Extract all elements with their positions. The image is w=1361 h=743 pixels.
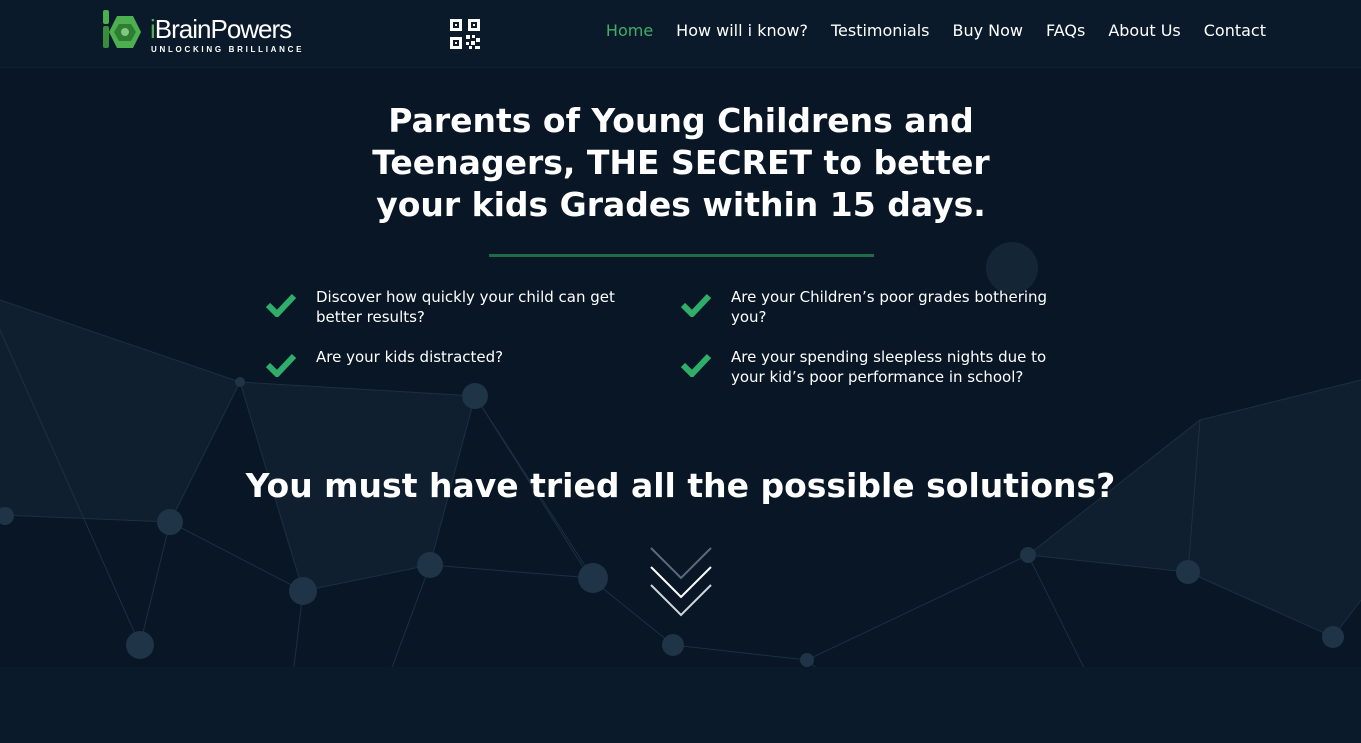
nav-faqs[interactable]: FAQs xyxy=(1046,21,1085,40)
brand-name: iBrainPowers xyxy=(150,14,292,44)
qr-code-icon[interactable] xyxy=(450,19,480,49)
brand-tagline: UNLOCKING BRILLIANCE xyxy=(151,45,305,54)
check-icon xyxy=(681,293,711,317)
double-chevron-down-icon[interactable] xyxy=(648,545,714,623)
feature-item: Are your spending sleepless nights due t… xyxy=(681,347,1061,387)
main-navigation: Home How will i know? Testimonials Buy N… xyxy=(606,21,1266,40)
nav-home[interactable]: Home xyxy=(606,21,653,40)
feature-list: Discover how quickly your child can get … xyxy=(266,287,1096,397)
nav-contact[interactable]: Contact xyxy=(1204,21,1266,40)
check-icon xyxy=(266,353,296,377)
next-section xyxy=(0,667,1361,743)
hero-headline: Parents of Young Childrens and Teenagers… xyxy=(372,101,990,224)
logo-mark-icon xyxy=(103,10,141,48)
nav-buy-now[interactable]: Buy Now xyxy=(952,21,1023,40)
feature-text: Are your spending sleepless nights due t… xyxy=(731,348,1047,386)
check-icon xyxy=(681,353,711,377)
feature-text: Discover how quickly your child can get … xyxy=(316,288,615,326)
top-navigation-bar: iBrainPowers UNLOCKING BRILLIANCE Home H… xyxy=(0,0,1361,68)
hero-subheadline: You must have tried all the possible sol… xyxy=(245,466,1116,505)
feature-item: Discover how quickly your child can get … xyxy=(266,287,646,327)
nav-about-us[interactable]: About Us xyxy=(1108,21,1180,40)
headline-divider xyxy=(489,254,874,257)
nav-how-will-i-know[interactable]: How will i know? xyxy=(676,21,808,40)
nav-testimonials[interactable]: Testimonials xyxy=(831,21,930,40)
feature-text: Are your kids distracted? xyxy=(316,348,504,366)
feature-item: Are your kids distracted? xyxy=(266,347,646,377)
check-icon xyxy=(266,293,296,317)
brand-logo[interactable]: iBrainPowers UNLOCKING BRILLIANCE xyxy=(95,8,305,58)
feature-text: Are your Children’s poor grades botherin… xyxy=(731,288,1048,326)
feature-item: Are your Children’s poor grades botherin… xyxy=(681,287,1061,327)
